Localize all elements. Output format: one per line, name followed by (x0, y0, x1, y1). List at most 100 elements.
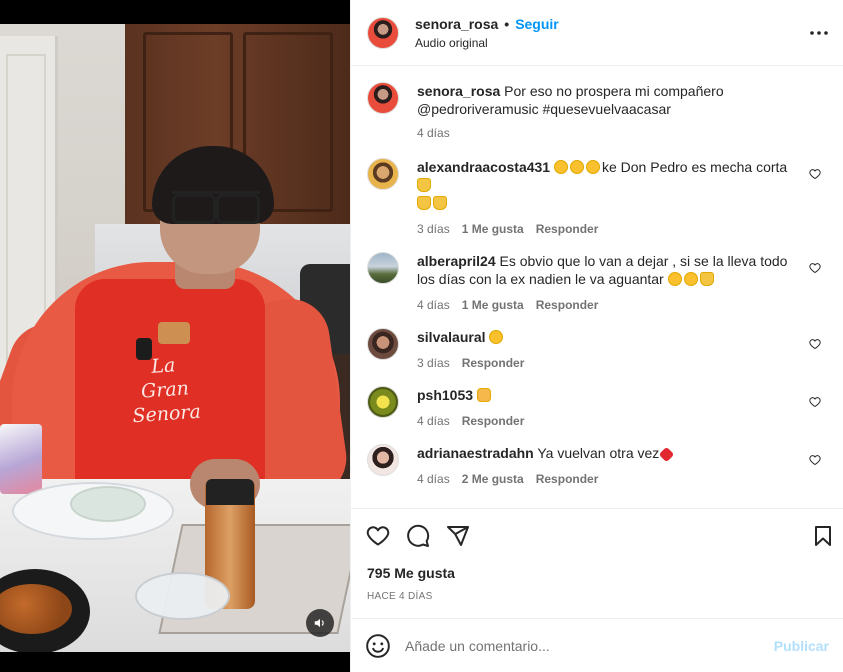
thumbs-up-emoji-icon (699, 272, 714, 286)
comment-item: alberapril24 Es obvio que lo van a dejar… (367, 252, 827, 312)
share-icon[interactable] (445, 523, 471, 549)
reply-button[interactable]: Responder (462, 414, 525, 428)
comment-text: alexandraacosta431 ke Don Pedro es mecha… (417, 158, 803, 212)
post-timestamp[interactable]: HACE 4 DÍAS (351, 581, 843, 602)
publish-button[interactable]: Publicar (774, 638, 829, 654)
caption-time[interactable]: 4 días (417, 126, 450, 140)
avatar[interactable] (367, 444, 399, 476)
thumbs-down-emoji-icon (433, 196, 447, 210)
thumbs-down-emoji-icon (417, 196, 431, 210)
avatar[interactable] (367, 82, 399, 114)
comment-time[interactable]: 3 días (417, 222, 450, 236)
comment-meta: 3 días 1 Me gusta Responder (417, 222, 803, 236)
post-header: senora_rosa • Seguir Audio original (351, 0, 843, 66)
comment-content: ke Don Pedro es mecha corta (601, 159, 788, 175)
raised-hands-emoji-icon (476, 388, 491, 402)
comment-glyph (407, 524, 430, 547)
comment-username[interactable]: silvalaural (417, 329, 486, 345)
caption-body: senora_rosa Por eso no prospera mi compa… (417, 82, 827, 140)
comment-time[interactable]: 4 días (417, 414, 450, 428)
glasses (172, 191, 260, 224)
lapel-mic (136, 338, 152, 360)
laughing-emoji-icon (585, 160, 600, 174)
author-username[interactable]: senora_rosa (415, 16, 498, 32)
heart-icon[interactable] (365, 523, 391, 549)
comment-username[interactable]: adrianaestradahn (417, 445, 534, 461)
speaker-glyph (314, 618, 324, 628)
emoji-icon[interactable] (365, 633, 391, 659)
video-player[interactable]: La Gran Senora (0, 0, 350, 672)
comment-likes[interactable]: 1 Me gusta (462, 222, 524, 236)
post-caption: senora_rosa Por eso no prospera mi compa… (367, 82, 827, 140)
reply-button[interactable]: Responder (462, 356, 525, 370)
heart-glyph (366, 526, 390, 546)
like-comment-heart-icon[interactable] (809, 454, 821, 466)
comment-text: silvalaural (417, 328, 803, 346)
comment-item: psh1053 4 días Responder (367, 386, 827, 428)
rofl-emoji-icon (683, 272, 698, 286)
comment-meta: 3 días Responder (417, 356, 803, 370)
comment-icon[interactable] (405, 523, 431, 549)
like-comment-heart-icon[interactable] (809, 262, 821, 274)
mug (0, 424, 42, 494)
comment-username[interactable]: alberapril24 (417, 253, 496, 269)
header-line: senora_rosa • Seguir (415, 16, 559, 32)
comment-time[interactable]: 4 días (417, 298, 450, 312)
laughing-emoji-icon (569, 160, 584, 174)
comment-username[interactable]: psh1053 (417, 387, 473, 403)
more-options-icon[interactable] (807, 21, 831, 45)
comment-meta: 4 días Responder (417, 414, 803, 428)
post-viewer: La Gran Senora senora_rosa • Seguir Audi… (0, 0, 843, 672)
reply-button[interactable]: Responder (536, 222, 599, 236)
reply-button[interactable]: Responder (536, 298, 599, 312)
glass-bowl (70, 486, 146, 522)
reply-button[interactable]: Responder (536, 472, 599, 486)
comment-body: adrianaestradahn Ya vuelvan otra vez 4 d… (417, 444, 827, 486)
comment-text: adrianaestradahn Ya vuelvan otra vez (417, 444, 803, 463)
likes-count[interactable]: 795 Me gusta (351, 563, 843, 581)
like-comment-heart-icon[interactable] (809, 396, 821, 408)
bookmark-icon[interactable] (811, 524, 835, 548)
header-text: senora_rosa • Seguir Audio original (415, 16, 559, 50)
small-bowl (135, 572, 230, 620)
comment-item: alexandraacosta431 ke Don Pedro es mecha… (367, 158, 827, 236)
comment-time[interactable]: 4 días (417, 472, 450, 486)
comment-likes[interactable]: 1 Me gusta (462, 298, 524, 312)
comment-body: psh1053 4 días Responder (417, 386, 827, 428)
comments-list[interactable]: senora_rosa Por eso no prospera mi compa… (351, 66, 843, 508)
caption-username[interactable]: senora_rosa (417, 83, 500, 99)
follow-button[interactable]: Seguir (515, 16, 559, 32)
spice-jar-lid (206, 479, 254, 505)
comment-input[interactable] (405, 637, 774, 654)
avatar[interactable] (367, 252, 399, 284)
like-comment-heart-icon[interactable] (809, 168, 821, 180)
avatar[interactable] (367, 16, 399, 49)
like-comment-heart-icon[interactable] (809, 338, 821, 350)
comment-text: psh1053 (417, 386, 803, 404)
audio-label[interactable]: Audio original (415, 36, 559, 50)
avatar[interactable] (367, 386, 399, 418)
comment-item: adrianaestradahn Ya vuelvan otra vez 4 d… (367, 444, 827, 486)
comment-meta: 4 días 2 Me gusta Responder (417, 472, 803, 486)
post-actions-bar (351, 508, 843, 563)
comment-body: alberapril24 Es obvio que lo van a dejar… (417, 252, 827, 312)
laughing-emoji-icon (489, 330, 504, 344)
laughing-emoji-icon (553, 160, 568, 174)
comment-meta: 4 días 1 Me gusta Responder (417, 298, 803, 312)
speaker-icon[interactable] (306, 609, 334, 637)
caption-meta: 4 días (417, 126, 803, 140)
comment-time[interactable]: 3 días (417, 356, 450, 370)
more-dots (810, 31, 828, 35)
apron-crown-emblem (158, 322, 190, 344)
post-side-panel: senora_rosa • Seguir Audio original seno… (350, 0, 843, 672)
comment-body: alexandraacosta431 ke Don Pedro es mecha… (417, 158, 827, 236)
comment-item: silvalaural 3 días Responder (367, 328, 827, 370)
comment-text: alberapril24 Es obvio que lo van a dejar… (417, 252, 803, 288)
comment-likes[interactable]: 2 Me gusta (462, 472, 524, 486)
laughing-emoji-icon (667, 272, 682, 286)
video-frame[interactable]: La Gran Senora (0, 24, 350, 652)
share-glyph (447, 526, 469, 546)
avatar[interactable] (367, 158, 399, 190)
comment-username[interactable]: alexandraacosta431 (417, 159, 550, 175)
avatar[interactable] (367, 328, 399, 360)
